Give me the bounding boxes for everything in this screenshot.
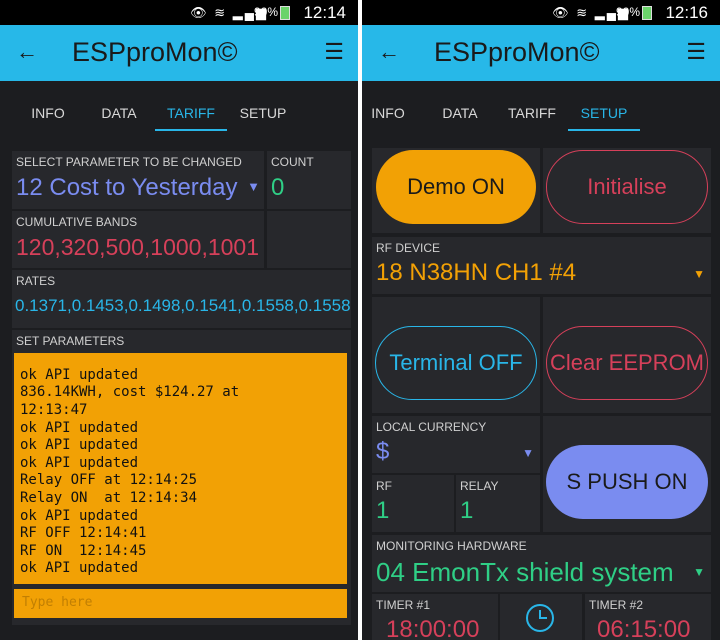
select-parameter-dropdown[interactable]: SELECT PARAMETER TO BE CHANGED 12 Cost t…	[12, 151, 264, 209]
count-value: 0	[271, 174, 285, 201]
tab-setup[interactable]: SETUP	[568, 105, 640, 121]
hardware-value: 04 EmonTx shield system	[376, 557, 674, 587]
currency-value: $	[376, 438, 390, 465]
rates-display: RATES 0.1371,0.1453,0.1498,0.1541,0.1558…	[12, 270, 351, 328]
arrow-left-icon[interactable]: ←	[16, 39, 38, 65]
terminal-cell: Terminal OFF	[372, 297, 540, 413]
empty-cell	[267, 211, 351, 268]
rates-value: 0.1371,0.1453,0.1498,0.1541,0.1558,0.155…	[15, 296, 351, 315]
dropdown-arrow-icon: ▼	[522, 446, 534, 460]
phone-screen-tariff: 👁 ≋ ▂▄▆ 90% 12:14 ← ESPproMon© ☰ INFO DA…	[0, 0, 358, 640]
status-bar: 👁 ≋ ▂▄▆ 90% 12:16	[362, 0, 720, 25]
tab-bar: INFO DATA TARIFF SETUP	[362, 81, 720, 137]
tab-tariff[interactable]: TARIFF	[155, 105, 227, 121]
timer1-label: TIMER #1	[376, 598, 431, 612]
set-parameters-label: SET PARAMETERS	[16, 334, 125, 348]
tab-data[interactable]: DATA	[424, 105, 496, 121]
clock: 12:16	[665, 3, 708, 22]
battery-percent: 90%	[253, 5, 278, 19]
rf-device-dropdown[interactable]: RF DEVICE 18 N38HN CH1 #4 ▼	[372, 237, 711, 294]
timer1-value: 18:00:00	[386, 616, 480, 640]
select-parameter-value: 12 Cost to Yesterday	[16, 174, 238, 201]
tab-info[interactable]: INFO	[12, 105, 84, 121]
battery-percent: 90%	[615, 5, 640, 19]
clock-icon	[526, 604, 554, 632]
relay-value: 1	[460, 497, 474, 524]
rf-device-label: RF DEVICE	[376, 241, 441, 255]
hardware-label: MONITORING HARDWARE	[376, 539, 527, 553]
hardware-dropdown[interactable]: MONITORING HARDWARE 04 EmonTx shield sys…	[372, 535, 711, 592]
tab-setup[interactable]: SETUP	[227, 105, 299, 121]
bands-label: CUMULATIVE BANDS	[16, 215, 138, 229]
cumulative-bands-display: CUMULATIVE BANDS 120,320,500,1000,1001	[12, 211, 264, 268]
timer2-value: 06:15:00	[597, 616, 691, 640]
initialise-button[interactable]: Initialise	[546, 150, 708, 224]
tab-indicator	[568, 129, 640, 131]
app-title: ESPproMon©	[434, 37, 600, 67]
rf-value: 1	[376, 497, 390, 524]
tab-tariff[interactable]: TARIFF	[496, 105, 568, 121]
relay-label: RELAY	[460, 479, 499, 493]
dropdown-arrow-icon: ▼	[247, 179, 260, 194]
demo-cell: Demo ON	[372, 148, 540, 233]
currency-label: LOCAL CURRENCY	[376, 420, 487, 434]
push-cell: S PUSH ON	[543, 416, 711, 532]
battery-icon	[280, 6, 290, 20]
app-title: ESPproMon©	[72, 37, 238, 67]
count-label: COUNT	[271, 155, 314, 169]
initialise-cell: Initialise	[543, 148, 711, 233]
battery-icon	[642, 6, 652, 20]
terminal-toggle-button[interactable]: Terminal OFF	[375, 326, 537, 400]
terminal-output[interactable]: ok API updated 836.14KWH, cost $124.27 a…	[14, 353, 347, 584]
terminal-log: ok API updated 836.14KWH, cost $124.27 a…	[20, 366, 240, 577]
currency-dropdown[interactable]: LOCAL CURRENCY $ ▼	[372, 416, 540, 473]
timer2-display: TIMER #2 06:15:00	[585, 594, 711, 640]
rf-device-value: 18 N38HN CH1 #4	[376, 259, 577, 286]
rf-label: RF	[376, 479, 392, 493]
rf-display: RF 1	[372, 475, 454, 532]
count-display: COUNT 0	[267, 151, 351, 209]
dropdown-arrow-icon: ▼	[693, 267, 705, 281]
terminal-input[interactable]: Type here	[14, 589, 347, 618]
menu-icon[interactable]: ☰	[686, 39, 706, 65]
select-parameter-label: SELECT PARAMETER TO BE CHANGED	[16, 155, 242, 169]
app-bar: ← ESPproMon© ☰	[362, 25, 720, 81]
tab-data[interactable]: DATA	[83, 105, 155, 121]
menu-icon[interactable]: ☰	[324, 39, 344, 65]
demo-button[interactable]: Demo ON	[376, 150, 536, 224]
arrow-left-icon[interactable]: ←	[378, 39, 400, 65]
push-button[interactable]: S PUSH ON	[546, 445, 708, 519]
relay-display: RELAY 1	[456, 475, 540, 532]
bands-value: 120,320,500,1000,1001	[16, 234, 260, 260]
clock: 12:14	[303, 3, 346, 22]
tab-indicator	[155, 129, 227, 131]
timer2-label: TIMER #2	[589, 598, 644, 612]
status-bar: 👁 ≋ ▂▄▆ 90% 12:14	[0, 0, 358, 25]
clear-eeprom-button[interactable]: Clear EEPROM	[546, 326, 708, 400]
phone-screen-setup: 👁 ≋ ▂▄▆ 90% 12:16 ← ESPproMon© ☰ INFO DA…	[362, 0, 720, 640]
timer1-display: TIMER #1 18:00:00	[372, 594, 498, 640]
tab-info[interactable]: INFO	[362, 105, 424, 121]
tab-bar: INFO DATA TARIFF SETUP	[0, 81, 358, 137]
clock-cell[interactable]	[500, 594, 582, 640]
dropdown-arrow-icon: ▼	[693, 565, 705, 579]
clear-eeprom-cell: Clear EEPROM	[543, 297, 711, 413]
app-bar: ← ESPproMon© ☰	[0, 25, 358, 81]
rates-label: RATES	[16, 274, 56, 288]
